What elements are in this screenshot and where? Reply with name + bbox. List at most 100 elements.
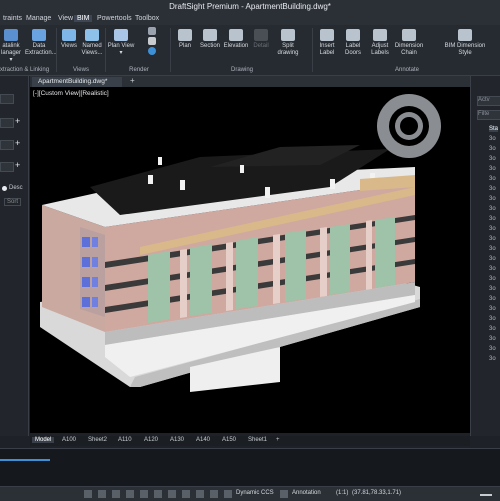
dimension-chain-button[interactable]: Dimension Chain (394, 29, 424, 57)
tab-a110[interactable]: A110 (118, 437, 132, 443)
group-render: Render (129, 67, 149, 73)
property-row[interactable]: 3o (489, 256, 496, 262)
pilaster (366, 220, 372, 290)
status-bar: Dynamic CCS Annotation (1:1) (37.81,78.3… (0, 486, 500, 501)
tab-add[interactable]: + (276, 437, 280, 443)
model-icon[interactable] (210, 490, 218, 498)
render-tools[interactable] (137, 27, 167, 63)
radio-desc[interactable] (2, 186, 7, 191)
property-row[interactable]: 3o (489, 266, 496, 272)
section-button[interactable]: Section (198, 29, 222, 50)
tab-sheet2[interactable]: Sheet2 (88, 437, 107, 443)
cursor-icon[interactable] (98, 490, 106, 498)
chimney (330, 179, 335, 189)
grid-icon[interactable] (112, 490, 120, 498)
palette-field[interactable] (0, 118, 14, 128)
group-drawing: Drawing (230, 67, 253, 73)
property-row[interactable]: 3o (489, 326, 496, 332)
property-row[interactable]: 3o (489, 146, 496, 152)
property-row[interactable]: Sta (489, 126, 499, 132)
named-views-button[interactable]: Named Views... (81, 29, 103, 57)
property-row[interactable]: 3o (489, 246, 496, 252)
plan-icon (178, 29, 192, 41)
tab-a100[interactable]: A100 (62, 437, 76, 443)
datalink-manager-button[interactable]: atalink lanager ▾ (0, 29, 22, 64)
property-row[interactable]: 3o (489, 306, 496, 312)
pilaster (273, 234, 280, 304)
property-row[interactable]: 3o (489, 136, 496, 142)
elevation-button[interactable]: Elevation (223, 29, 249, 50)
annotation-scale-label[interactable]: Annotation (292, 490, 321, 496)
annotation-icon[interactable] (280, 490, 288, 498)
label-doors-button[interactable]: Label Doors (342, 29, 364, 57)
property-row[interactable]: 3o (489, 296, 496, 302)
new-tab-button[interactable]: + (130, 76, 135, 85)
plan-view-button[interactable]: Plan View ▾ (107, 29, 135, 57)
palette-field[interactable] (0, 140, 14, 150)
property-row[interactable]: 3o (489, 316, 496, 322)
filter-field[interactable]: Filte (477, 110, 500, 120)
ccs-icon[interactable] (224, 490, 232, 498)
drawing-viewport[interactable]: [-][Custom View][Realistic] (30, 87, 470, 433)
document-tab[interactable]: ApartmentBuilding.dwg* (32, 77, 122, 87)
add-icon[interactable]: + (15, 116, 20, 126)
property-row[interactable]: 3o (489, 186, 496, 192)
add-icon[interactable]: + (15, 160, 20, 170)
property-row[interactable]: 3o (489, 176, 496, 182)
tab-view[interactable]: View (55, 15, 76, 22)
palette-field[interactable] (0, 94, 14, 104)
tab-model[interactable]: Model (32, 437, 55, 443)
tab-a140[interactable]: A140 (196, 437, 210, 443)
property-row[interactable]: 3o (489, 276, 496, 282)
property-row[interactable]: 3o (489, 156, 496, 162)
tab-powertools[interactable]: Powertools (94, 15, 135, 22)
tab-a120[interactable]: A120 (144, 437, 158, 443)
property-row[interactable]: 3o (489, 166, 496, 172)
quick-input-icon[interactable] (196, 490, 204, 498)
property-row[interactable]: 3o (489, 336, 496, 342)
tab-a130[interactable]: A130 (170, 437, 184, 443)
add-icon[interactable]: + (15, 138, 20, 148)
property-row[interactable]: 3o (489, 216, 496, 222)
property-row[interactable]: 3o (489, 356, 496, 362)
active-field[interactable]: Actv (477, 96, 500, 106)
dimension-chain-icon (402, 29, 416, 41)
tab-constraints[interactable]: traints (0, 15, 25, 22)
property-row[interactable]: 3o (489, 226, 496, 232)
property-row[interactable]: 3o (489, 286, 496, 292)
navigation-wheel[interactable] (374, 91, 444, 161)
detail-button[interactable]: Detail (250, 29, 272, 50)
esnap-icon[interactable] (154, 490, 162, 498)
polar-icon[interactable] (140, 490, 148, 498)
etrack-icon[interactable] (168, 490, 176, 498)
lineweight-icon[interactable] (182, 490, 190, 498)
tab-sheet1[interactable]: Sheet1 (248, 437, 267, 443)
insert-label-button[interactable]: Insert Label (316, 29, 338, 57)
property-row[interactable]: 3o (489, 236, 496, 242)
window-column (148, 251, 170, 323)
adjust-labels-button[interactable]: Adjust Labels (368, 29, 392, 57)
snap-icon[interactable] (84, 490, 92, 498)
ortho-icon[interactable] (126, 490, 134, 498)
render-sphere-icon (148, 47, 156, 55)
command-line[interactable] (0, 448, 500, 487)
property-row[interactable]: 3o (489, 206, 496, 212)
tab-manage[interactable]: Manage (23, 15, 54, 22)
bim-dimension-style-button[interactable]: BIM Dimension Style (444, 29, 486, 57)
palette-field[interactable] (0, 162, 14, 172)
menu-icon[interactable] (480, 494, 492, 496)
tab-toolbox[interactable]: Toolbox (132, 15, 162, 22)
tab-a150[interactable]: A150 (222, 437, 236, 443)
window (82, 277, 90, 287)
sort-button[interactable]: Sort (4, 198, 22, 206)
data-extraction-button[interactable]: Data Extraction... (25, 29, 57, 57)
views-button[interactable]: Views (59, 29, 79, 50)
dynamic-ccs-toggle[interactable]: Dynamic CCS (236, 490, 274, 496)
property-row[interactable]: 3o (489, 196, 496, 202)
window-column (236, 237, 258, 309)
split-drawing-button[interactable]: Split drawing (275, 29, 301, 57)
scale-value[interactable]: (1:1) (336, 490, 348, 496)
plan-button[interactable]: Plan (173, 29, 197, 50)
property-row[interactable]: 3o (489, 346, 496, 352)
tab-bim[interactable]: BIM (74, 15, 93, 22)
